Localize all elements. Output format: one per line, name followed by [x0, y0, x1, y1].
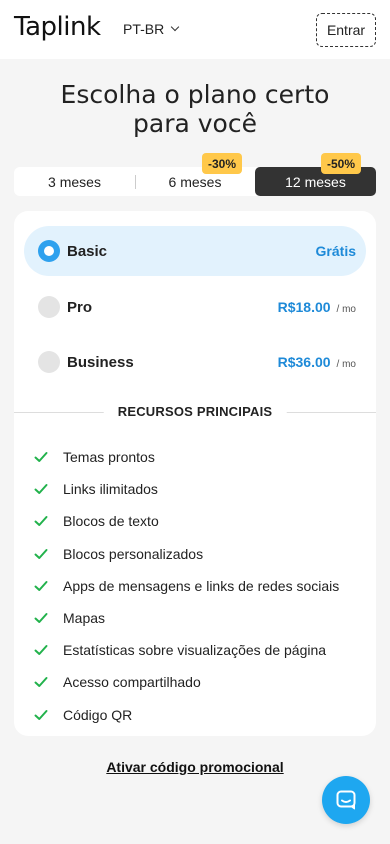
check-icon — [34, 452, 48, 463]
feature-label: Blocos de texto — [63, 513, 159, 530]
plan-option-business[interactable]: Business R$36.00 / mo — [24, 337, 366, 387]
language-label: PT-BR — [123, 21, 165, 37]
check-icon — [34, 677, 48, 688]
chat-support-button[interactable] — [322, 776, 370, 824]
feature-label: Código QR — [63, 706, 133, 723]
billing-period-selector: 3 meses 6 meses -30% 12 meses -50% — [14, 153, 376, 196]
feature-item: Mapas — [34, 602, 339, 634]
feature-item: Temas prontos — [34, 441, 339, 473]
check-icon — [34, 645, 48, 656]
plan-name: Business — [67, 353, 134, 371]
plan-price: R$18.00 — [277, 299, 331, 315]
feature-item: Apps de mensagens e links de redes socia… — [34, 570, 339, 602]
plan-option-basic[interactable]: Basic Grátis — [24, 226, 366, 276]
discount-badge-12-months: -50% — [321, 153, 362, 174]
plan-price-unit: / mo — [336, 304, 356, 315]
feature-label: Links ilimitados — [63, 481, 158, 498]
features-list: Temas prontos Links ilimitados Blocos de… — [34, 441, 339, 731]
plan-name: Pro — [67, 298, 93, 316]
feature-label: Temas prontos — [63, 449, 155, 466]
radio-unselected-icon — [38, 351, 60, 373]
feature-item: Links ilimitados — [34, 473, 339, 505]
radio-selected-icon — [38, 240, 60, 262]
check-icon — [34, 613, 48, 624]
plan-price-group: R$36.00 / mo — [278, 354, 356, 370]
feature-label: Estatísticas sobre visualizações de pági… — [63, 642, 327, 659]
taplink-logo[interactable]: Taplink — [14, 12, 101, 42]
chevron-down-icon — [170, 22, 180, 32]
check-icon — [34, 548, 48, 559]
plans-card: Basic Grátis Pro R$18.00 / mo Business R… — [14, 211, 376, 736]
chat-bubble-icon — [336, 790, 356, 810]
feature-label: Mapas — [63, 610, 106, 627]
page-title: Escolha o plano certo para você — [0, 80, 390, 138]
plan-price-group: Grátis — [316, 243, 356, 259]
feature-label: Blocos personalizados — [63, 545, 204, 562]
discount-badge-6-months: -30% — [202, 153, 243, 174]
plan-price: Grátis — [315, 243, 356, 259]
feature-item: Blocos de texto — [34, 505, 339, 537]
login-button[interactable]: Entrar — [316, 13, 376, 47]
period-label: 12 meses — [285, 173, 346, 190]
features-title: RECURSOS PRINCIPAIS — [103, 404, 287, 419]
plan-price-unit: / mo — [336, 359, 356, 370]
plan-price-group: R$18.00 / mo — [278, 299, 356, 315]
page-title-line-2: para você — [133, 109, 257, 138]
period-label: 6 meses — [168, 173, 222, 190]
radio-unselected-icon — [38, 296, 60, 318]
top-bar: Taplink PT-BR Entrar — [0, 0, 390, 59]
activate-promo-code-link[interactable]: Ativar código promocional — [0, 759, 390, 775]
plan-name: Basic — [67, 242, 108, 260]
page-title-line-1: Escolha o plano certo — [60, 80, 330, 109]
feature-label: Acesso compartilhado — [63, 674, 201, 691]
period-3-months[interactable]: 3 meses — [14, 167, 135, 196]
feature-label: Apps de mensagens e links de redes socia… — [63, 577, 340, 594]
feature-item: Acesso compartilhado — [34, 666, 339, 698]
feature-item: Estatísticas sobre visualizações de pági… — [34, 634, 339, 666]
feature-item: Código QR — [34, 699, 339, 731]
check-icon — [34, 516, 48, 527]
features-section-header: RECURSOS PRINCIPAIS — [14, 404, 376, 420]
language-selector[interactable]: PT-BR — [123, 21, 180, 37]
check-icon — [34, 709, 48, 720]
period-label: 3 meses — [48, 173, 101, 190]
check-icon — [34, 484, 48, 495]
check-icon — [34, 580, 48, 591]
feature-item: Blocos personalizados — [34, 538, 339, 570]
plan-option-pro[interactable]: Pro R$18.00 / mo — [24, 282, 366, 332]
plan-price: R$36.00 — [277, 354, 331, 370]
